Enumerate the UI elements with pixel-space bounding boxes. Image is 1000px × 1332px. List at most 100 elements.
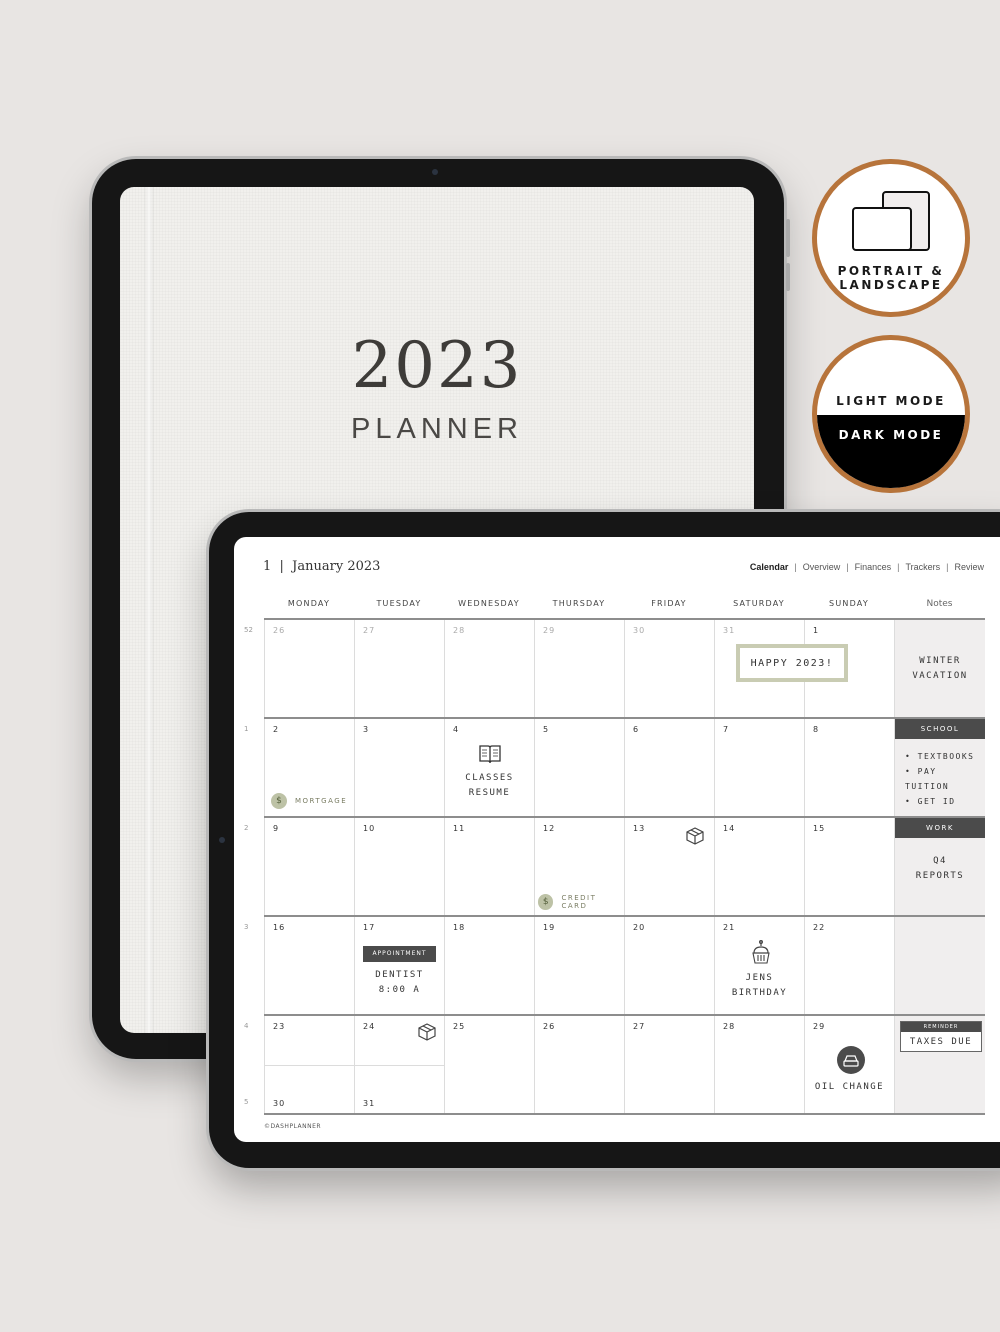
day-cell[interactable]: 22 <box>804 917 894 1014</box>
day-cell[interactable]: 11 <box>444 818 534 915</box>
event-text: 8:00 A <box>378 985 421 995</box>
day-cell[interactable]: 18 <box>444 917 534 1014</box>
day-number: 28 <box>723 1022 736 1031</box>
week-number[interactable]: 52 <box>244 626 253 634</box>
week-row: 52 26 27 28 29 30 31 1 WINTER VACATION <box>244 618 985 717</box>
cupcake-icon <box>752 940 770 964</box>
note-header-school: SCHOOL <box>895 719 985 739</box>
day-number: 11 <box>453 824 466 833</box>
cover-year: 2023 <box>351 329 523 403</box>
day-cell[interactable]: 14 <box>714 818 804 915</box>
day-cell[interactable]: 20 <box>624 917 714 1014</box>
day-number: 9 <box>273 824 280 833</box>
day-cell[interactable]: 5 <box>534 719 624 816</box>
calendar-grid: 52 26 27 28 29 30 31 1 WINTER VACATION H… <box>244 618 985 1115</box>
event-text: CLASSES <box>465 773 514 783</box>
credit-card-event[interactable]: $ CREDIT CARD <box>538 894 624 910</box>
day-cell[interactable]: 28 <box>444 620 534 717</box>
week-number[interactable]: 1 <box>244 725 248 733</box>
package-icon <box>418 1023 436 1041</box>
grid-bottom-border <box>264 1113 985 1115</box>
week-row: 3 16 17 APPOINTMENT DENTIST 8:00 A 18 19… <box>244 915 985 1014</box>
day-number: 25 <box>453 1022 466 1031</box>
copyright-footer: ©DASHPLANNER <box>264 1123 322 1130</box>
nav-overview[interactable]: Overview <box>803 562 841 572</box>
note-header-work: WORK <box>895 818 985 838</box>
day-cell[interactable]: 6 <box>624 719 714 816</box>
day-cell[interactable]: 3 <box>354 719 444 816</box>
weekday-label: MONDAY <box>287 599 331 608</box>
day-number: 16 <box>273 923 286 932</box>
weekday-label: THURSDAY <box>552 599 606 608</box>
day-cell[interactable]: 26 <box>264 620 354 717</box>
week-number[interactable]: 5 <box>244 1098 248 1106</box>
day-number: 29 <box>813 1022 826 1031</box>
day-cell[interactable]: 15 <box>804 818 894 915</box>
note-text: REPORTS <box>915 871 965 881</box>
mortgage-event[interactable]: $ MORTGAGE <box>271 793 347 809</box>
day-cell[interactable]: 10 <box>354 818 444 915</box>
weekday-label: TUESDAY <box>376 599 422 608</box>
week-notes[interactable]: REMINDER TAXES DUE <box>894 1016 985 1113</box>
sticker-text: HAPPY 2023! <box>750 657 834 669</box>
day-cell[interactable]: 29 OIL CHANGE <box>804 1016 894 1113</box>
event-text: OIL CHANGE <box>814 1082 885 1092</box>
day-number: 14 <box>723 824 736 833</box>
nav-finances[interactable]: Finances <box>855 562 892 572</box>
badge-orientation-line1: PORTRAIT & <box>837 264 945 278</box>
event-text: JENS <box>745 973 774 983</box>
week-notes[interactable]: WINTER VACATION <box>894 620 985 717</box>
day-number: 1 <box>813 626 820 635</box>
day-cell[interactable]: 26 <box>534 1016 624 1113</box>
reminder-header: REMINDER <box>901 1022 981 1032</box>
day-cell[interactable]: 4 CLASSES RESUME <box>444 719 534 816</box>
day-number: 21 <box>723 923 736 932</box>
day-cell[interactable]: 27 <box>624 1016 714 1113</box>
day-cell[interactable]: 28 <box>714 1016 804 1113</box>
day-cell[interactable]: 21 JENS BIRTHDAY <box>714 917 804 1014</box>
tablet-devices-icon <box>852 191 930 251</box>
week-number[interactable]: 4 <box>244 1022 248 1030</box>
day-cell[interactable]: 2 $ MORTGAGE <box>264 719 354 816</box>
day-cell[interactable]: 27 <box>354 620 444 717</box>
day-cell[interactable]: 25 <box>444 1016 534 1113</box>
top-nav: Calendar | Overview | Finances | Trackers | Revi… <box>749 562 984 572</box>
day-number: 8 <box>813 725 820 734</box>
camera-icon <box>432 169 438 175</box>
day-cell[interactable]: 29 <box>534 620 624 717</box>
camera-icon <box>219 837 225 843</box>
day-number: 19 <box>543 923 556 932</box>
light-mode-label: LIGHT MODE <box>836 394 946 408</box>
day-number: 10 <box>363 824 376 833</box>
day-cell[interactable]: 12 $ CREDIT CARD <box>534 818 624 915</box>
event-text: DENTIST <box>375 970 424 980</box>
reminder-sticker[interactable]: REMINDER TAXES DUE <box>900 1021 982 1052</box>
orientation-badge: PORTRAIT & LANDSCAPE <box>812 159 970 317</box>
week-notes[interactable]: SCHOOL • TEXTBOOKS • PAY TUITION • GET I… <box>894 719 985 816</box>
nav-review[interactable]: Review <box>954 562 984 572</box>
week-number[interactable]: 3 <box>244 923 248 931</box>
day-number: 29 <box>543 626 556 635</box>
day-number: 6 <box>633 725 640 734</box>
day-number: 30 <box>633 626 646 635</box>
day-cell[interactable]: 8 <box>804 719 894 816</box>
week-notes[interactable] <box>894 917 985 1014</box>
nav-calendar[interactable]: Calendar <box>750 562 789 572</box>
day-cell[interactable]: 13 <box>624 818 714 915</box>
happy-new-year-sticker[interactable]: HAPPY 2023! <box>736 644 848 682</box>
dark-mode-label: DARK MODE <box>838 428 944 442</box>
day-cell[interactable]: 19 <box>534 917 624 1014</box>
day-cell[interactable]: 24 31 <box>354 1016 444 1113</box>
day-number: 24 <box>363 1022 376 1031</box>
day-cell[interactable]: 23 30 <box>264 1016 354 1113</box>
week-notes[interactable]: WORK Q4 REPORTS <box>894 818 985 915</box>
dollar-icon: $ <box>271 793 287 809</box>
nav-trackers[interactable]: Trackers <box>905 562 940 572</box>
day-cell[interactable]: 30 <box>624 620 714 717</box>
day-cell[interactable]: 17 APPOINTMENT DENTIST 8:00 A <box>354 917 444 1014</box>
week-number[interactable]: 2 <box>244 824 248 832</box>
day-cell[interactable]: 7 <box>714 719 804 816</box>
day-cell[interactable]: 16 <box>264 917 354 1014</box>
day-cell[interactable]: 9 <box>264 818 354 915</box>
open-book-icon <box>479 745 501 764</box>
